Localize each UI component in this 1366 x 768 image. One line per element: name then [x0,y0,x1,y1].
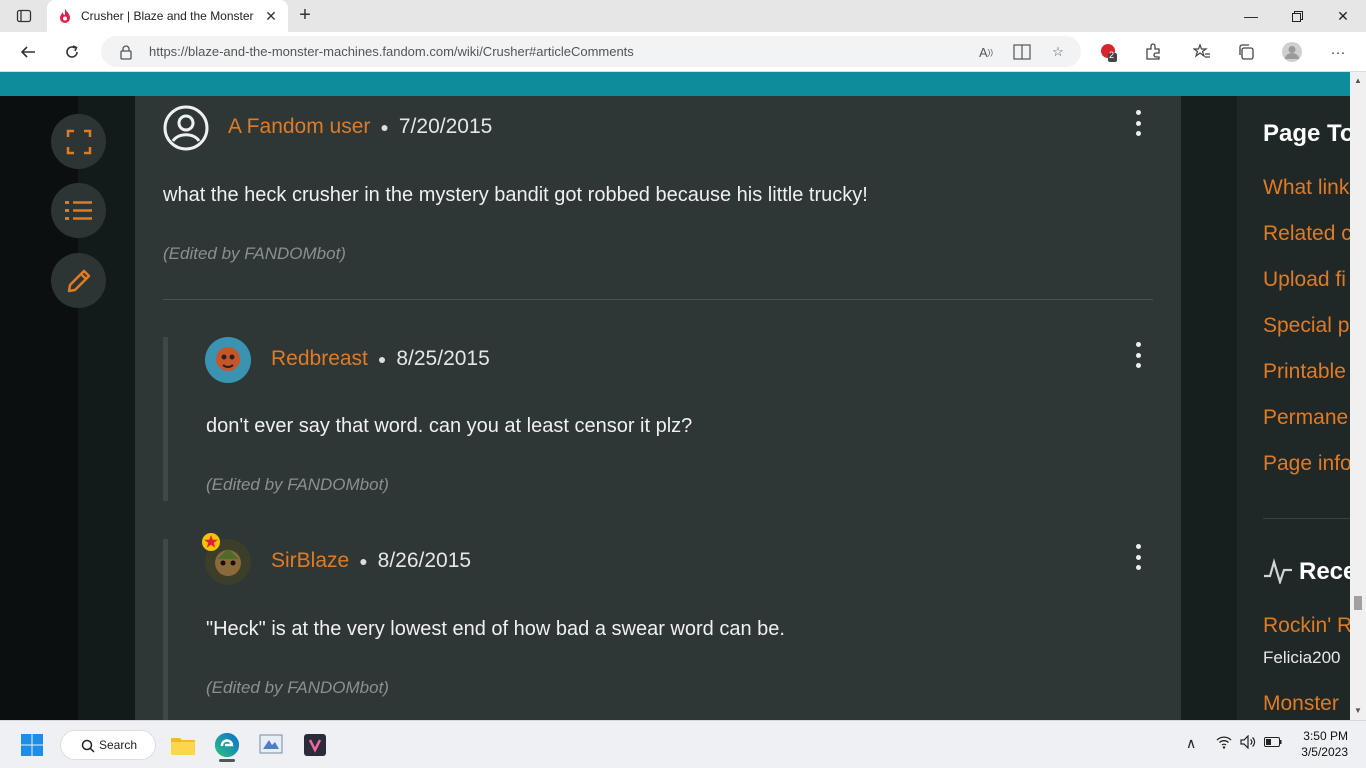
comment-date[interactable]: 7/20/2015 [399,115,492,139]
activity-icon [1263,558,1293,586]
page-scrollbar[interactable]: ▲ ▼ [1350,72,1366,720]
recent-item-user[interactable]: Felicia200 [1263,648,1341,668]
reply-username[interactable]: Redbreast [271,347,368,371]
tab-close-icon[interactable]: ✕ [262,8,280,25]
comment-body: what the heck crusher in the mystery ban… [163,184,868,206]
clock-time: 3:50 PM [1303,729,1348,743]
reply-date[interactable]: 8/25/2015 [396,347,489,371]
sidebar-link-page-info[interactable]: Page info [1263,452,1350,476]
profile-avatar-icon[interactable] [1280,40,1304,64]
right-sidebar: Page To What link Related c Upload fi Sp… [1237,96,1350,720]
comment-username[interactable]: A Fandom user [228,115,370,139]
comment-options-icon[interactable] [1133,110,1143,136]
paint-app-icon[interactable] [255,729,287,761]
comment-divider [163,299,1153,300]
edited-note: (Edited by FANDOMbot) [206,475,389,494]
reply-header: Redbreast ● 8/25/2015 [271,347,490,371]
more-menu-icon[interactable]: ··· [1326,40,1350,64]
fandom-flame-icon [60,9,70,23]
reply-thread-line [163,337,168,501]
extension-badge: 2 [1109,50,1115,60]
recent-item-link[interactable]: Rockin' R [1263,614,1350,638]
url-text: https://blaze-and-the-monster-machines.f… [149,44,634,59]
minimize-icon[interactable]: — [1228,0,1274,32]
edited-note: (Edited by FANDOMbot) [163,244,346,263]
reply-body: "Heck" is at the very lowest end of how … [206,618,785,640]
sidebar-link-related[interactable]: Related c [1263,222,1350,246]
browser-tab-bar: Crusher | Blaze and the Monster ✕ + — ✕ [0,0,1366,32]
comments-section: A Fandom user ● 7/20/2015 what the heck … [135,96,1181,720]
comment-header: A Fandom user ● 7/20/2015 [228,115,492,139]
tab-actions-icon[interactable] [10,4,38,28]
taskbar-clock[interactable]: 3:50 PM 3/5/2023 [1301,728,1348,760]
taskbar-search[interactable]: Search [60,730,156,760]
search-icon [81,739,95,753]
scroll-up-icon[interactable]: ▲ [1354,76,1362,85]
fullscreen-icon[interactable] [51,114,106,169]
start-icon[interactable] [16,729,48,761]
left-rail [0,96,135,720]
reply-header: SirBlaze ● 8/26/2015 [271,549,471,573]
windows-taskbar: Search ∧ 3:50 PM 3/5/2023 [0,720,1366,768]
separator-dot: ● [359,553,368,569]
active-app-indicator [219,759,235,762]
sidebar-link-upload[interactable]: Upload fi [1263,268,1346,292]
sidebar-divider [1263,518,1350,519]
edited-note: (Edited by FANDOMbot) [206,678,389,697]
wifi-icon[interactable] [1216,735,1232,752]
reply-thread-line [163,539,168,720]
reply-options-icon[interactable] [1133,544,1143,570]
sidebar-link-what-links[interactable]: What link [1263,176,1349,200]
page-tools-title: Page To [1263,120,1350,147]
redbreast-avatar[interactable] [205,337,251,383]
tab-title: Crusher | Blaze and the Monster [81,9,254,23]
sidebar-link-printable[interactable]: Printable [1263,360,1346,384]
show-hidden-icons[interactable]: ∧ [1186,735,1196,752]
battery-icon[interactable] [1264,735,1282,751]
site-header-bar [0,72,1350,96]
edge-browser-icon[interactable] [211,729,243,762]
page-content: A Fandom user ● 7/20/2015 what the heck … [0,96,1350,720]
reply-options-icon[interactable] [1133,342,1143,368]
scroll-down-icon[interactable]: ▼ [1354,706,1362,715]
url-field[interactable]: https://blaze-and-the-monster-machines.f… [101,36,1081,67]
reply-username[interactable]: SirBlaze [271,549,349,573]
add-favorite-icon[interactable]: ☆ [1048,42,1068,62]
search-label: Search [99,738,138,752]
restore-icon[interactable] [1274,0,1320,32]
scroll-thumb[interactable] [1354,596,1362,610]
recent-changes-title: Rece [1299,558,1350,585]
read-aloud-icon[interactable]: A)) [976,42,996,62]
reply-body: don't ever say that word. can you at lea… [206,415,693,437]
reply-date[interactable]: 8/26/2015 [378,549,471,573]
sidebar-link-permanent[interactable]: Permane [1263,406,1348,430]
separator-dot: ● [380,119,389,135]
clock-date: 3/5/2023 [1301,745,1348,759]
volume-icon[interactable] [1240,734,1256,752]
edit-pencil-icon[interactable] [51,253,106,308]
refresh-icon[interactable] [57,38,87,66]
user-avatar-icon[interactable] [163,105,209,151]
collections-icon[interactable] [1234,40,1258,64]
favorites-icon[interactable] [1190,40,1214,64]
new-tab-icon[interactable]: + [295,4,315,28]
browser-tab[interactable]: Crusher | Blaze and the Monster ✕ [47,0,288,32]
lock-icon[interactable] [119,44,133,60]
extensions-icon[interactable] [1141,40,1165,64]
recent-item-link-2[interactable]: Monster [1263,692,1339,716]
separator-dot: ● [377,351,387,367]
app-icon[interactable] [299,729,331,761]
table-of-contents-icon[interactable] [51,183,106,238]
star-badge-icon [201,532,221,552]
right-gutter [1181,96,1237,720]
extension-adblock-icon[interactable]: 2 [1097,40,1121,64]
address-bar-row: https://blaze-and-the-monster-machines.f… [0,32,1366,72]
file-explorer-icon[interactable] [167,729,199,761]
close-window-icon[interactable]: ✕ [1320,0,1366,32]
sidebar-link-special[interactable]: Special p [1263,314,1349,338]
immersive-reader-icon[interactable] [1012,42,1032,62]
back-icon[interactable] [13,38,43,66]
